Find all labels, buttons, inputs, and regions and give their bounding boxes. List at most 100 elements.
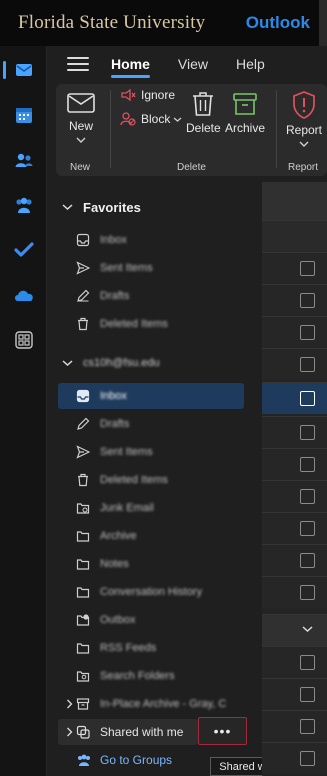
groups-icon — [78, 754, 90, 766]
drafts-pencil-icon — [77, 289, 90, 302]
message-row[interactable] — [262, 576, 327, 608]
message-row[interactable] — [262, 316, 327, 348]
message-row-selected[interactable] — [262, 382, 327, 414]
message-row[interactable] — [262, 448, 327, 480]
folder-item-rss[interactable]: RSS Feeds — [58, 635, 244, 661]
message-checkbox[interactable] — [300, 687, 315, 702]
folder-label: Conversation History — [100, 586, 203, 598]
rail-groups[interactable] — [0, 187, 47, 223]
more-dots-icon: ••• — [213, 723, 232, 739]
folder-item-archive[interactable]: Archive — [58, 523, 244, 549]
folder-item-conversation-history[interactable]: Conversation History — [58, 579, 244, 605]
message-row[interactable] — [262, 710, 327, 742]
groups-icon — [15, 197, 32, 213]
message-checkbox[interactable] — [300, 655, 315, 670]
folder-label: RSS Feeds — [100, 642, 157, 654]
message-row[interactable] — [262, 348, 327, 380]
message-checkbox[interactable] — [300, 489, 315, 504]
more-options-button[interactable]: ••• — [198, 717, 247, 745]
message-row[interactable] — [262, 512, 327, 544]
message-checkbox[interactable] — [300, 261, 315, 276]
favorites-title: Favorites — [83, 199, 141, 215]
message-row[interactable] — [262, 678, 327, 710]
account-email: cs10h@fsu.edu — [83, 357, 160, 369]
folder-item-junk[interactable]: Junk Email — [58, 495, 244, 521]
message-group-header[interactable] — [262, 614, 327, 646]
folder-label: Inbox — [100, 390, 127, 402]
folder-label: Junk Email — [100, 502, 154, 514]
active-indicator — [3, 61, 6, 79]
message-row[interactable] — [262, 480, 327, 512]
rail-people[interactable] — [0, 142, 47, 178]
message-checkbox[interactable] — [300, 521, 315, 536]
chevron-down-icon — [76, 137, 86, 143]
message-checkbox[interactable] — [300, 425, 315, 440]
chevron-down-icon — [173, 117, 182, 122]
favorite-item-sent[interactable]: Sent Items — [58, 255, 244, 281]
message-row[interactable] — [262, 252, 327, 284]
send-icon — [76, 445, 90, 459]
message-checkbox[interactable] — [300, 751, 315, 766]
message-row[interactable] — [262, 416, 327, 448]
message-row[interactable] — [262, 544, 327, 576]
chevron-down-icon — [299, 141, 309, 147]
drafts-pencil-icon — [77, 417, 90, 430]
folder-item-inbox[interactable]: Inbox — [58, 383, 244, 409]
folder-label: In-Place Archive - Gray, C — [100, 698, 227, 710]
folder-icon — [76, 587, 90, 598]
ignore-button[interactable]: Ignore — [120, 88, 175, 102]
favorite-item-inbox[interactable]: Inbox — [58, 227, 244, 253]
message-row[interactable] — [262, 646, 327, 678]
favorites-header[interactable]: Favorites — [56, 195, 141, 219]
chevron-down-icon — [62, 204, 72, 211]
message-checkbox[interactable] — [300, 357, 315, 372]
app-title[interactable]: Outlook — [246, 13, 310, 33]
delete-button[interactable]: Delete — [186, 90, 221, 135]
folder-item-sent[interactable]: Sent Items — [58, 439, 244, 465]
message-checkbox[interactable] — [300, 585, 315, 600]
new-mail-button[interactable]: New — [64, 90, 98, 147]
folder-item-notes[interactable]: Notes — [58, 551, 244, 577]
message-row[interactable] — [262, 284, 327, 316]
folder-item-outbox[interactable]: Outbox — [58, 607, 244, 633]
delete-group-label: Delete — [177, 162, 206, 173]
favorite-label: Inbox — [100, 234, 127, 246]
tab-help[interactable]: Help — [236, 46, 265, 82]
rail-onedrive[interactable] — [0, 277, 47, 313]
chevron-right-icon — [67, 699, 73, 709]
folder-item-drafts[interactable]: Drafts — [58, 411, 244, 437]
account-header[interactable]: cs10h@fsu.edu — [56, 351, 160, 375]
folder-item-in-place-archive[interactable]: In-Place Archive - Gray, C — [58, 691, 244, 717]
tab-view[interactable]: View — [178, 46, 208, 82]
rail-apps[interactable] — [0, 322, 47, 358]
folder-item-search-folders[interactable]: Search Folders — [58, 663, 244, 689]
message-checkbox[interactable] — [300, 391, 315, 406]
rail-todo[interactable] — [0, 232, 47, 268]
folder-icon — [76, 559, 90, 570]
message-checkbox[interactable] — [300, 293, 315, 308]
block-button[interactable]: Block — [120, 112, 182, 126]
tab-home[interactable]: Home — [111, 46, 150, 82]
favorite-item-drafts[interactable]: Drafts — [58, 283, 244, 309]
new-mail-icon — [67, 93, 95, 113]
message-list — [262, 182, 327, 776]
block-label: Block — [141, 112, 171, 126]
message-checkbox[interactable] — [300, 719, 315, 734]
folder-label: Sent Items — [100, 446, 153, 458]
rail-mail[interactable] — [0, 52, 47, 88]
message-checkbox[interactable] — [300, 457, 315, 472]
hamburger-menu-icon[interactable] — [67, 53, 89, 75]
archive-button[interactable]: Archive — [224, 90, 266, 135]
junk-folder-icon — [76, 503, 90, 514]
rail-calendar[interactable] — [0, 97, 47, 133]
favorite-item-deleted[interactable]: Deleted Items — [58, 311, 244, 337]
shared-with-me-item[interactable]: Shared with me — [58, 719, 198, 745]
new-group-label: New — [70, 162, 91, 173]
folder-item-deleted[interactable]: Deleted Items — [58, 467, 244, 493]
report-button[interactable]: Report — [282, 90, 326, 151]
app-rail — [0, 46, 47, 776]
archive-label: Archive — [224, 121, 265, 135]
message-row[interactable] — [262, 742, 327, 774]
message-checkbox[interactable] — [300, 325, 315, 340]
message-checkbox[interactable] — [300, 553, 315, 568]
